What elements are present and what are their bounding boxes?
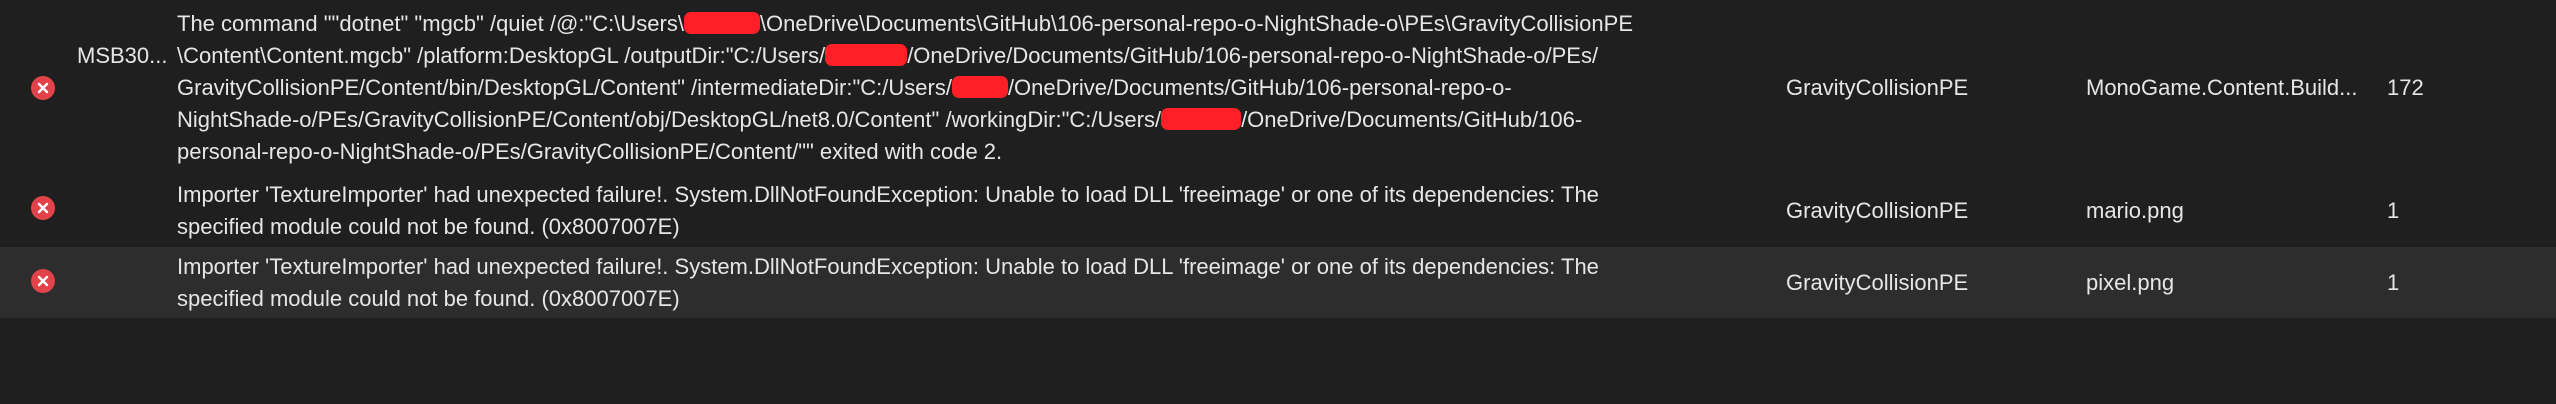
description-line: The command ""dotnet" "mgcb" /quiet /@:"… bbox=[177, 11, 1633, 36]
description-line: specified module could not be found. (0x… bbox=[177, 286, 680, 311]
redacted-username bbox=[683, 12, 760, 34]
error-project: GravityCollisionPE bbox=[1786, 75, 1969, 100]
description-line: specified module could not be found. (0x… bbox=[177, 214, 680, 239]
error-description: Importer 'TextureImporter' had unexpecte… bbox=[177, 251, 1777, 315]
error-file: MonoGame.Content.Build... bbox=[2086, 75, 2358, 100]
error-row-selected[interactable]: Importer 'TextureImporter' had unexpecte… bbox=[0, 247, 2556, 318]
redacted-username bbox=[825, 44, 908, 66]
description-line: Importer 'TextureImporter' had unexpecte… bbox=[177, 182, 1599, 207]
redacted-username bbox=[951, 76, 1008, 98]
error-row[interactable]: MSB30... The command ""dotnet" "mgcb" /q… bbox=[0, 0, 2556, 176]
error-circle-icon bbox=[31, 269, 55, 293]
description-line: NightShade-o/PEs/GravityCollisionPE/Cont… bbox=[177, 107, 1583, 132]
error-line-number: 172 bbox=[2387, 75, 2424, 100]
error-code: MSB30... bbox=[77, 43, 168, 68]
description-line: \Content\Content.mgcb" /platform:Desktop… bbox=[177, 43, 1599, 68]
error-row[interactable]: Importer 'TextureImporter' had unexpecte… bbox=[0, 176, 2556, 247]
error-file: mario.png bbox=[2086, 198, 2184, 223]
error-project: GravityCollisionPE bbox=[1786, 270, 1969, 295]
error-list: MSB30... The command ""dotnet" "mgcb" /q… bbox=[0, 0, 2556, 404]
description-line: Importer 'TextureImporter' had unexpecte… bbox=[177, 254, 1599, 279]
error-line-number: 1 bbox=[2387, 270, 2400, 295]
description-line: GravityCollisionPE/Content/bin/DesktopGL… bbox=[177, 75, 1512, 100]
error-circle-icon bbox=[31, 76, 55, 100]
description-line: personal-repo-o-NightShade-o/PEs/Gravity… bbox=[177, 139, 1003, 164]
redacted-username bbox=[1161, 108, 1242, 130]
error-description: The command ""dotnet" "mgcb" /quiet /@:"… bbox=[177, 8, 1777, 168]
error-circle-icon bbox=[31, 196, 55, 220]
error-line-number: 1 bbox=[2387, 198, 2400, 223]
error-project: GravityCollisionPE bbox=[1786, 198, 1969, 223]
error-file: pixel.png bbox=[2086, 270, 2175, 295]
error-description: Importer 'TextureImporter' had unexpecte… bbox=[177, 179, 1777, 243]
